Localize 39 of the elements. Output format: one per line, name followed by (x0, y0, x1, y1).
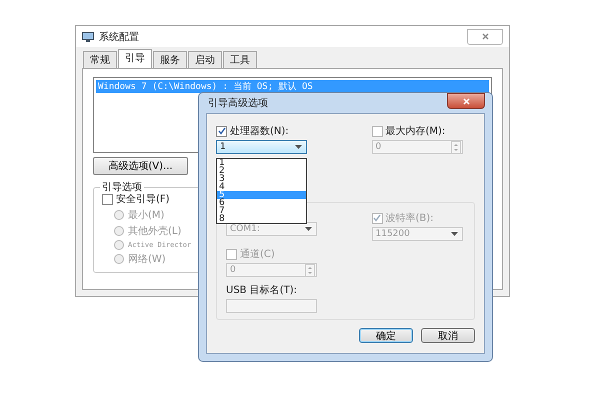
advanced-options-button[interactable]: 高级选项(V)... (93, 157, 188, 175)
dialog-button[interactable]: 取消 (421, 328, 475, 343)
dropdown-arrow-icon (305, 227, 312, 231)
processor-count-dropdown[interactable]: 1 (216, 140, 307, 154)
tab[interactable]: 工具 (223, 51, 257, 68)
tab[interactable]: 引导 (118, 49, 152, 68)
checkbox-label: 最大内存(M): (386, 124, 446, 138)
list-option[interactable]: 7 (217, 207, 306, 215)
dropdown-arrow-icon (450, 232, 458, 236)
close-button[interactable] (467, 28, 503, 44)
list-option[interactable]: 6 (217, 199, 306, 207)
radio-label: 其他外壳(L) (128, 224, 182, 238)
monitor-icon (82, 32, 94, 42)
window-title: 系统配置 (99, 30, 139, 44)
tab[interactable]: 常规 (83, 51, 117, 68)
list-option[interactable]: 4 (217, 183, 306, 191)
spinner-arrows-icon[interactable] (305, 264, 315, 276)
close-icon (462, 98, 470, 104)
dialog-title: 引导高级选项 (208, 96, 268, 110)
checkbox-label: 安全引导(F) (116, 193, 170, 206)
tab[interactable]: 启动 (188, 51, 222, 68)
list-option[interactable]: 3 (217, 175, 306, 183)
close-button[interactable] (447, 93, 485, 109)
list-option[interactable]: 2 (217, 167, 306, 175)
field-label: USB 目标名(T): (226, 284, 298, 297)
radio-label: 最小(M) (128, 208, 164, 222)
group-title: 引导选项 (100, 180, 144, 194)
checkbox[interactable] (216, 126, 227, 136)
checkbox[interactable] (102, 194, 113, 204)
list-option[interactable]: 8 (217, 215, 306, 223)
dialog-button[interactable]: 确定 (359, 328, 413, 343)
radio-label: 网络(W) (128, 253, 166, 266)
list-option[interactable]: 1 (217, 159, 306, 167)
checkbox-label: 波特率(B): (386, 212, 434, 225)
tab[interactable]: 服务 (153, 51, 187, 68)
dropdown-arrow-icon (295, 145, 302, 149)
close-icon (482, 33, 488, 40)
checkbox-label: 通道(C) (240, 248, 275, 261)
checkbox-label: 处理器数(N): (230, 124, 289, 138)
